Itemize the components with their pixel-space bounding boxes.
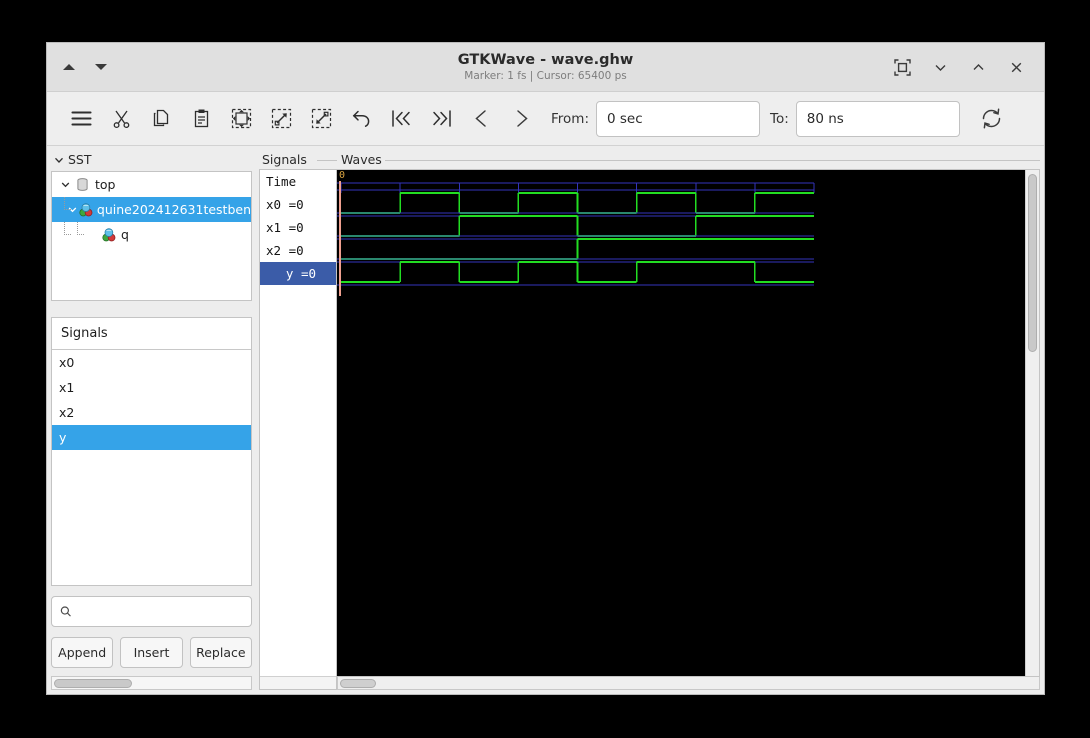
tree-label-testbench: quine202412631testben xyxy=(96,202,251,217)
tree-guide xyxy=(58,197,71,222)
close-button[interactable] xyxy=(1006,57,1026,77)
search-box[interactable] xyxy=(51,596,252,627)
wave-pane-headers: Signals Waves xyxy=(259,152,1040,169)
wave-row-label: x0 =0 xyxy=(266,197,304,212)
cut-button[interactable] xyxy=(101,99,141,139)
left-pane: SST top quine202412631testben q Signals … xyxy=(47,146,256,694)
scrollbar-thumb[interactable] xyxy=(54,678,132,688)
sidebar-horizontal-scrollbar[interactable] xyxy=(51,676,252,690)
wave-horizontal-scrollbar[interactable] xyxy=(337,677,1040,690)
signal-item-y[interactable]: y xyxy=(52,425,251,450)
from-label: From: xyxy=(551,110,589,127)
sidebar-signals-panel: Signals x0 x1 x2 y xyxy=(51,317,252,586)
tree-row-q[interactable]: q xyxy=(52,222,251,247)
wave-canvas-wrapper: 0 xyxy=(337,169,1040,690)
wave-row-time: Time xyxy=(260,170,336,193)
window-controls xyxy=(892,57,1044,77)
waveform-traces xyxy=(337,181,815,296)
wave-row-x0[interactable]: x0 =0 xyxy=(260,193,336,216)
wave-waves-header: Waves xyxy=(337,152,1040,169)
chevron-down-icon[interactable] xyxy=(58,179,73,190)
menu-button[interactable] xyxy=(61,99,101,139)
tree-row-top[interactable]: top xyxy=(52,172,251,197)
search-icon xyxy=(60,606,71,617)
insert-button[interactable]: Insert xyxy=(120,637,183,668)
signal-item-x2[interactable]: x2 xyxy=(52,400,251,425)
triangle-up-icon[interactable] xyxy=(63,64,75,70)
signal-label: y xyxy=(59,430,67,445)
wave-name-list: Time x0 =0 x1 =0 x2 =0 y =0 xyxy=(260,170,336,285)
instance-cluster-icon xyxy=(99,227,118,243)
signal-label: x0 xyxy=(59,355,75,370)
chevron-down-icon xyxy=(55,157,63,163)
signal-action-buttons: Append Insert Replace xyxy=(51,637,252,668)
paste-button[interactable] xyxy=(181,99,221,139)
from-input[interactable] xyxy=(596,100,760,137)
signal-label: x2 xyxy=(59,405,75,420)
window-title: GTKWave - wave.ghw xyxy=(457,51,634,68)
signal-item-x1[interactable]: x1 xyxy=(52,375,251,400)
next-edge-button[interactable] xyxy=(501,99,541,139)
maximize-button[interactable] xyxy=(968,57,988,77)
append-button[interactable]: Append xyxy=(51,637,114,668)
wave-names-column[interactable]: Time x0 =0 x1 =0 x2 =0 y =0 xyxy=(259,169,337,690)
search-input[interactable] xyxy=(77,604,243,619)
wave-row-x2[interactable]: x2 =0 xyxy=(260,239,336,262)
gtkwave-window: GTKWave - wave.ghw Marker: 1 fs | Cursor… xyxy=(46,42,1045,695)
scrollbar-thumb[interactable] xyxy=(340,678,376,688)
wave-row-x1[interactable]: x1 =0 xyxy=(260,216,336,239)
prev-edge-button[interactable] xyxy=(461,99,501,139)
wave-row-label: x2 =0 xyxy=(266,243,304,258)
to-label: To: xyxy=(770,110,789,127)
zoom-fit-button[interactable] xyxy=(221,99,261,139)
copy-button[interactable] xyxy=(141,99,181,139)
sidebar-signals-header: Signals xyxy=(52,318,251,350)
signal-label: x1 xyxy=(59,380,75,395)
wave-signals-header: Signals xyxy=(259,152,337,169)
wave-body: Time x0 =0 x1 =0 x2 =0 y =0 0 xyxy=(259,169,1040,690)
wave-row-label: x1 =0 xyxy=(266,220,304,235)
zoom-out-button[interactable] xyxy=(301,99,341,139)
scrollbar-thumb[interactable] xyxy=(1028,174,1037,352)
triangle-down-icon[interactable] xyxy=(95,64,107,70)
replace-button[interactable]: Replace xyxy=(189,637,252,668)
signal-item-x0[interactable]: x0 xyxy=(52,350,251,375)
to-input[interactable] xyxy=(795,100,960,137)
goto-start-button[interactable] xyxy=(381,99,421,139)
sst-tree[interactable]: top quine202412631testben q xyxy=(51,171,252,301)
wave-display[interactable]: 0 xyxy=(337,169,1040,677)
main-body: SST top quine202412631testben q Signals … xyxy=(47,146,1044,694)
wave-canvas[interactable]: 0 xyxy=(337,170,1025,676)
wave-row-label: y =0 xyxy=(285,266,316,281)
module-cylinder-icon xyxy=(73,177,92,192)
wave-vertical-scrollbar[interactable] xyxy=(1025,170,1039,676)
sidebar-signals-list[interactable]: x0 x1 x2 y xyxy=(52,350,251,585)
window-subtitle: Marker: 1 fs | Cursor: 65400 ps xyxy=(464,70,627,83)
tree-row-testbench[interactable]: quine202412631testben xyxy=(52,197,251,222)
tree-guide xyxy=(71,222,84,247)
wave-row-y[interactable]: y =0 xyxy=(260,262,336,285)
tree-label-top: top xyxy=(95,177,116,192)
reload-button[interactable] xyxy=(972,99,1012,139)
wave-names-scrollbar[interactable] xyxy=(260,676,336,689)
undo-button[interactable] xyxy=(341,99,381,139)
toolbar: From: To: xyxy=(47,92,1044,146)
wave-names-filler xyxy=(260,285,336,676)
zoom-in-button[interactable] xyxy=(261,99,301,139)
tree-guide xyxy=(58,222,71,247)
tree-label-q: q xyxy=(121,227,129,242)
wave-pane: Signals Waves Time x0 =0 x1 =0 x2 =0 y =… xyxy=(256,146,1044,694)
goto-end-button[interactable] xyxy=(421,99,461,139)
titlebar: GTKWave - wave.ghw Marker: 1 fs | Cursor… xyxy=(47,43,1044,92)
titlebar-left-buttons xyxy=(47,64,107,70)
instance-cluster-icon xyxy=(78,202,94,218)
minimize-button[interactable] xyxy=(930,57,950,77)
wave-row-label: Time xyxy=(266,174,297,189)
sst-label: SST xyxy=(68,152,92,167)
fullscreen-button[interactable] xyxy=(892,57,912,77)
sst-header[interactable]: SST xyxy=(51,152,252,171)
